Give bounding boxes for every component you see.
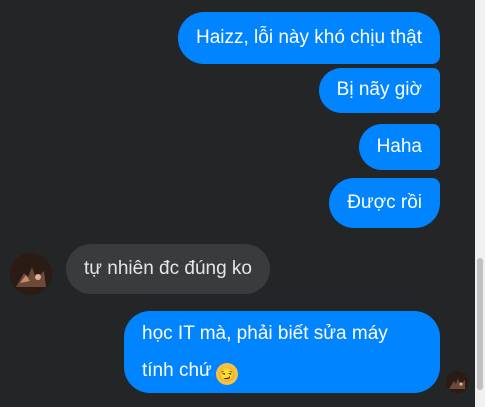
smirk-emoji-icon: 😏 [215, 363, 238, 385]
scrollbar[interactable] [475, 0, 485, 407]
avatar-image [10, 253, 52, 295]
incoming-message[interactable]: tự nhiên đc đúng ko [66, 244, 271, 294]
avatar-image [446, 371, 468, 393]
contact-avatar[interactable] [10, 253, 52, 295]
outgoing-message[interactable]: học IT mà, phải biết sửa máy tính chứ 😏 [124, 311, 440, 393]
message-text: Bị nãy giờ [336, 79, 422, 100]
message-text: Haizz, lỗi này khó chịu thật [195, 27, 422, 48]
message-text: Được rồi [347, 192, 422, 213]
message-thread: Haizz, lỗi này khó chịu thật Bị nãy giờ … [0, 0, 475, 407]
seen-receipt-avatar [446, 371, 468, 393]
outgoing-message[interactable]: Bị nãy giờ [318, 68, 440, 113]
message-text: Haha [376, 136, 422, 157]
message-text: học IT mà, phải biết sửa máy tính chứ [142, 323, 388, 381]
outgoing-message[interactable]: Được rồi [329, 178, 440, 228]
outgoing-message[interactable]: Haizz, lỗi này khó chịu thật [177, 12, 440, 64]
outgoing-message[interactable]: Haha [358, 124, 440, 170]
message-text: tự nhiên đc đúng ko [84, 258, 253, 279]
scrollbar-thumb[interactable] [477, 258, 483, 390]
